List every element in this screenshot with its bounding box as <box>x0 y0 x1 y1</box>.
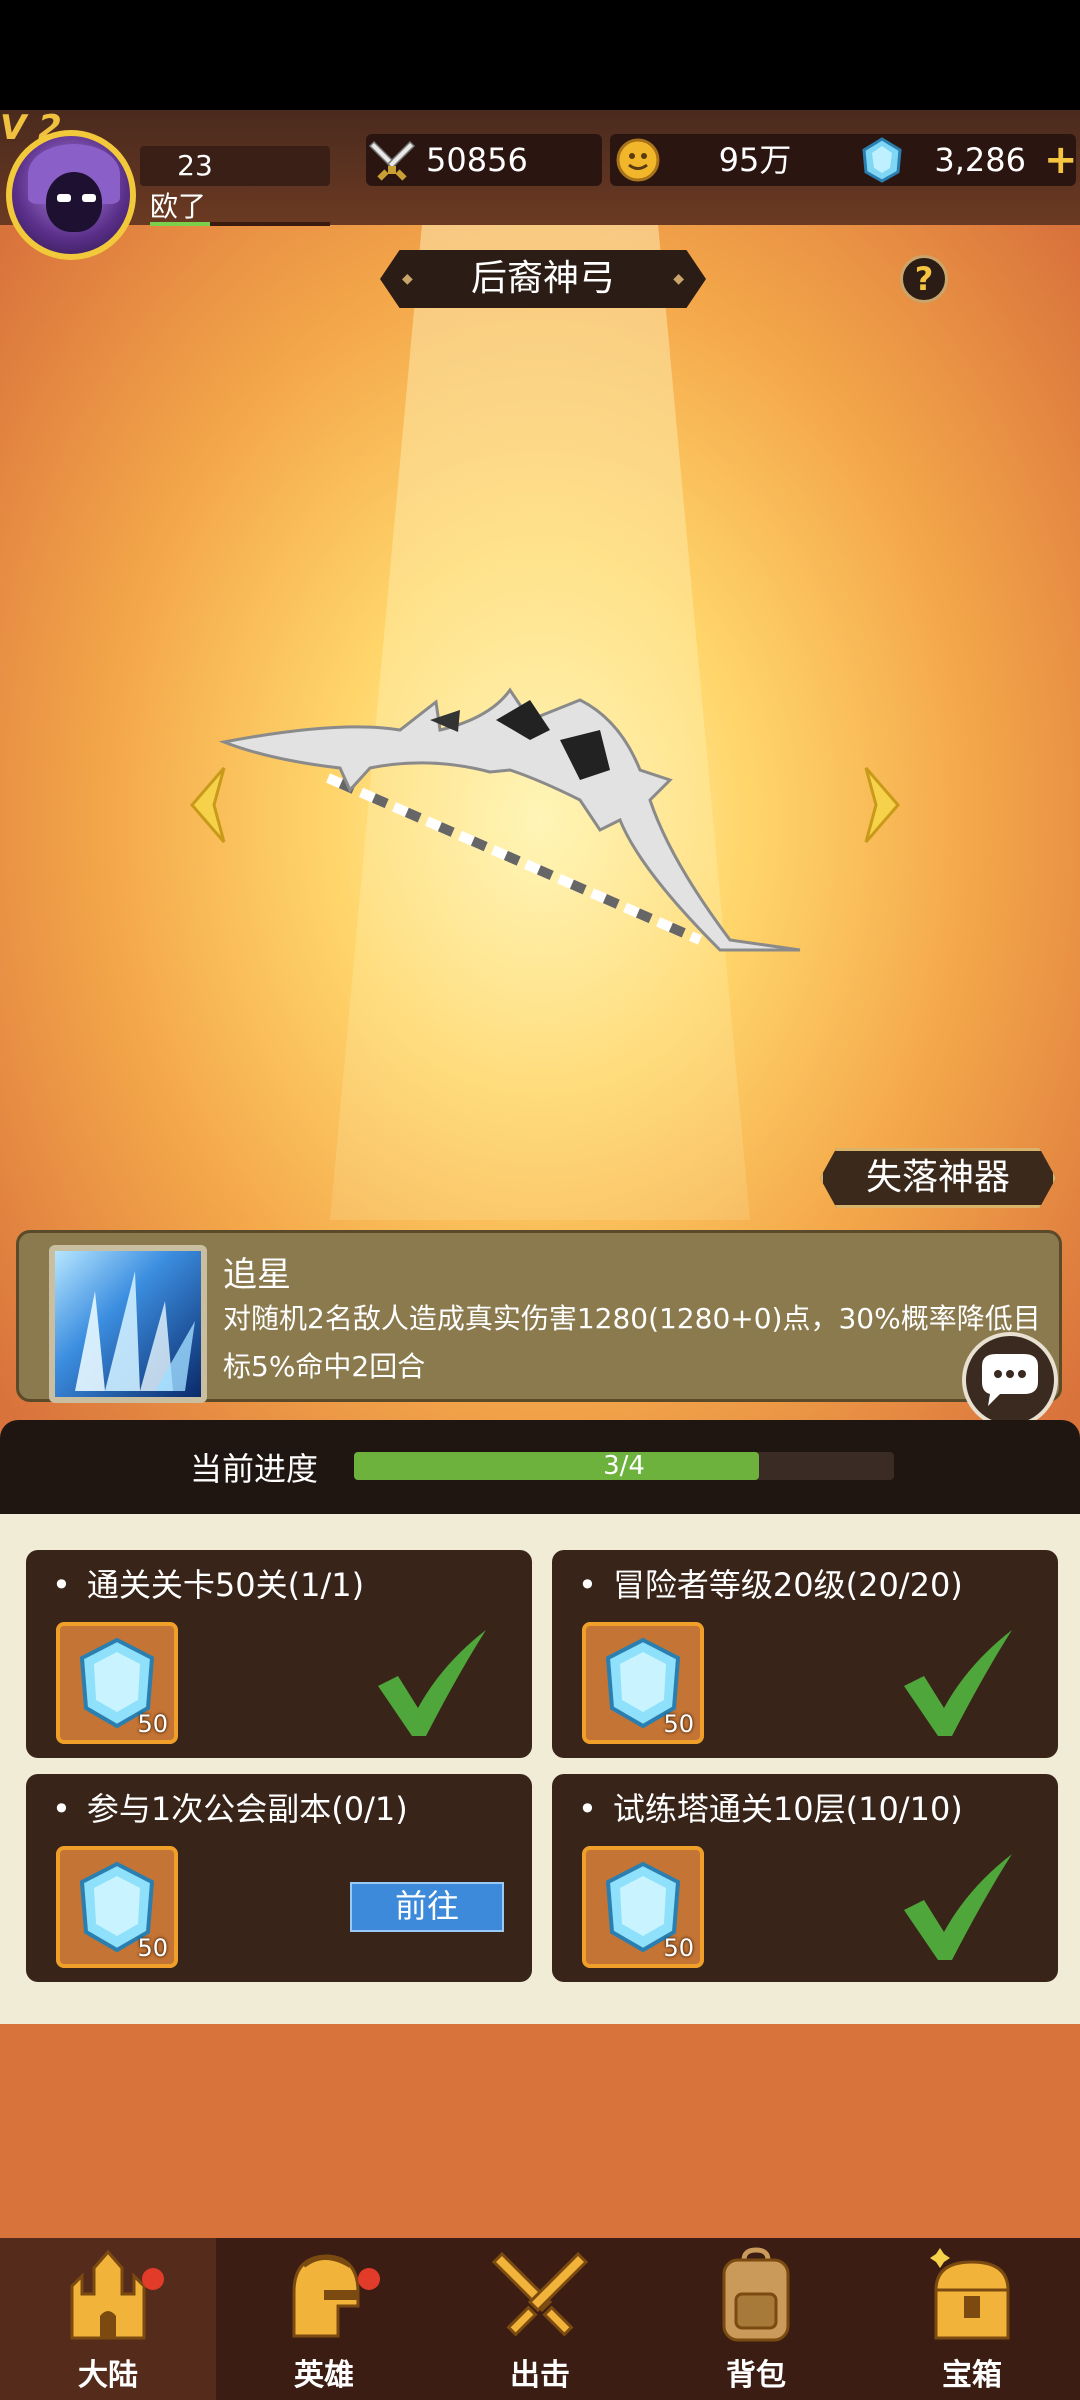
check-icon <box>904 1630 1012 1736</box>
reward-quantity: 50 <box>663 1934 694 1962</box>
backpack-icon <box>722 2247 790 2342</box>
chat-button[interactable] <box>962 1332 1058 1428</box>
treasure-chest-icon <box>930 2248 1010 2340</box>
skill-panel: 追星 对随机2名敌人造成真实伤害1280(1280+0)点，30%概率降低目标5… <box>16 1230 1062 1403</box>
chat-bubble-icon <box>982 1354 1038 1406</box>
gem-icon <box>862 137 902 183</box>
player-name: 欧了 <box>150 190 207 223</box>
reward-quantity: 50 <box>137 1710 168 1738</box>
power-display: 50856 <box>366 134 602 186</box>
task-name: 通关关卡50关(1/1) <box>52 1560 364 1606</box>
task-name: 参与1次公会副本(0/1) <box>52 1784 408 1830</box>
reward-quantity: 50 <box>663 1710 694 1738</box>
avatar-eye <box>57 194 71 202</box>
goto-button[interactable]: 前往 <box>350 1882 504 1932</box>
reward-item[interactable]: 50 <box>582 1846 704 1968</box>
gold-value: 95万 <box>718 141 792 179</box>
reward-item[interactable]: 50 <box>582 1622 704 1744</box>
add-gem-button[interactable]: + <box>1044 134 1078 186</box>
progress-text: 3/4 <box>603 1451 645 1481</box>
check-icon <box>378 1630 486 1736</box>
avatar-eye <box>82 194 96 202</box>
nav-label: 英雄 <box>294 2358 354 2393</box>
task-card: 冒险者等级20级(20/20) 50 <box>552 1550 1058 1758</box>
avatar[interactable] <box>6 130 136 260</box>
progress-label: 当前进度 <box>190 1450 319 1488</box>
player-level: 23 <box>177 149 213 182</box>
status-bar <box>0 0 1080 110</box>
nav-label: 大陆 <box>78 2358 138 2393</box>
artifact-title: 后裔神弓 <box>380 250 706 308</box>
nav-item-heroes[interactable]: 英雄 <box>216 2238 432 2400</box>
nav-item-treasure[interactable]: 宝箱 <box>864 2238 1080 2400</box>
exp-bar <box>150 222 330 226</box>
castle-icon <box>70 2249 146 2340</box>
skill-name: 追星 <box>223 1255 291 1295</box>
help-icon[interactable]: ? <box>900 255 948 303</box>
reward-quantity: 50 <box>137 1934 168 1962</box>
task-card: 参与1次公会副本(0/1) 50 前往 <box>26 1774 532 1982</box>
notification-dot <box>358 2268 380 2290</box>
artifact-category: 失落神器 <box>820 1148 1056 1208</box>
task-name: 冒险者等级20级(20/20) <box>578 1560 963 1606</box>
helmet-icon <box>292 2254 360 2338</box>
nav-item-continent[interactable]: 大陆 <box>0 2238 216 2400</box>
avatar-face <box>46 172 102 232</box>
task-card: 试练塔通关10层(10/10) 50 <box>552 1774 1058 1982</box>
nav-label: 背包 <box>726 2358 786 2393</box>
reward-item[interactable]: 50 <box>56 1622 178 1744</box>
check-icon <box>904 1854 1012 1960</box>
nav-item-battle[interactable]: 出击 <box>432 2238 648 2400</box>
skill-icon <box>49 1245 207 1403</box>
progress-bar: 3/4 <box>354 1452 894 1480</box>
gem-display: 3,286 + <box>856 134 1078 186</box>
power-value: 50856 <box>426 141 528 179</box>
gem-value: 3,286 <box>934 141 1026 179</box>
nav-item-backpack[interactable]: 背包 <box>648 2238 864 2400</box>
task-card: 通关关卡50关(1/1) 50 <box>26 1550 532 1758</box>
task-name: 试练塔通关10层(10/10) <box>578 1784 963 1830</box>
bow-artwork <box>218 687 801 952</box>
reward-item[interactable]: 50 <box>56 1846 178 1968</box>
nav-label: 出击 <box>510 2358 570 2393</box>
skill-description: 对随机2名敌人造成真实伤害1280(1280+0)点，30%概率降低目标5%命中… <box>223 1302 1041 1383</box>
gold-coin-icon <box>616 138 660 182</box>
next-arrow-icon[interactable] <box>856 760 906 850</box>
crossed-swords-icon <box>491 2251 589 2337</box>
nav-label: 宝箱 <box>942 2358 1002 2393</box>
crossed-swords-icon <box>368 140 416 181</box>
notification-dot <box>142 2268 164 2290</box>
gold-display: 95万 + <box>610 134 888 186</box>
